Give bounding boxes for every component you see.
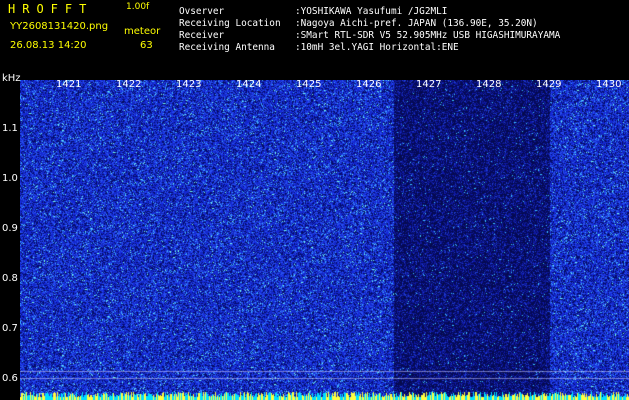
info-label: Receiving Antenna <box>179 42 275 53</box>
info-value: :SMart RTL-SDR V5 52.905MHz USB HIGASHIM… <box>295 30 561 41</box>
info-row-receiver: Receiver :SMart RTL-SDR V5 52.905MHz USB … <box>179 30 561 41</box>
y-tick-label: 0.6 <box>2 373 18 384</box>
detection-mode: meteor <box>124 26 161 37</box>
file-name: YY2608131420.png <box>10 21 109 32</box>
spectrogram-canvas <box>20 80 629 400</box>
y-tick-label: 0.7 <box>2 323 18 334</box>
frequency-unit-label: kHz <box>2 73 21 84</box>
info-value: :YOSHIKAWA Yasufumi /JG2MLI <box>295 6 448 17</box>
x-tick-label: 1428 <box>476 79 502 90</box>
info-value: :10mH 3el.YAGI Horizontal:ENE <box>295 42 459 53</box>
x-tick-label: 1427 <box>416 79 442 90</box>
x-tick-label: 1422 <box>116 79 142 90</box>
app-version: 1.00f <box>126 2 150 12</box>
y-tick-label: 1.1 <box>2 123 18 134</box>
info-row-antenna: Receiving Antenna :10mH 3el.YAGI Horizont… <box>179 42 459 53</box>
y-tick-label: 1.0 <box>2 173 18 184</box>
hrofft-window: HROFFT 1.00f YY2608131420.png meteor 26.… <box>0 0 629 400</box>
info-row-location: Receiving Location :Nagoya Aichi-pref. JA… <box>179 18 538 29</box>
app-logo: HROFFT <box>8 2 94 16</box>
info-label: Receiving Location <box>179 18 281 29</box>
y-tick-label: 0.8 <box>2 273 18 284</box>
x-tick-label: 1424 <box>236 79 262 90</box>
info-value: :Nagoya Aichi-pref. JAPAN (136.90E, 35.2… <box>295 18 538 29</box>
meteor-count: 63 <box>140 40 153 51</box>
info-label: Ovserver <box>179 6 225 17</box>
x-tick-label: 1426 <box>356 79 382 90</box>
x-tick-label: 1423 <box>176 79 202 90</box>
info-label: Receiver <box>179 30 225 41</box>
x-tick-label: 1430 <box>596 79 622 90</box>
x-tick-label: 1429 <box>536 79 562 90</box>
y-tick-label: 0.9 <box>2 223 18 234</box>
x-tick-label: 1425 <box>296 79 322 90</box>
info-row-observer: Ovserver :YOSHIKAWA Yasufumi /JG2MLI <box>179 6 448 17</box>
x-tick-label: 1421 <box>56 79 82 90</box>
capture-datetime: 26.08.13 14:20 <box>10 40 87 51</box>
